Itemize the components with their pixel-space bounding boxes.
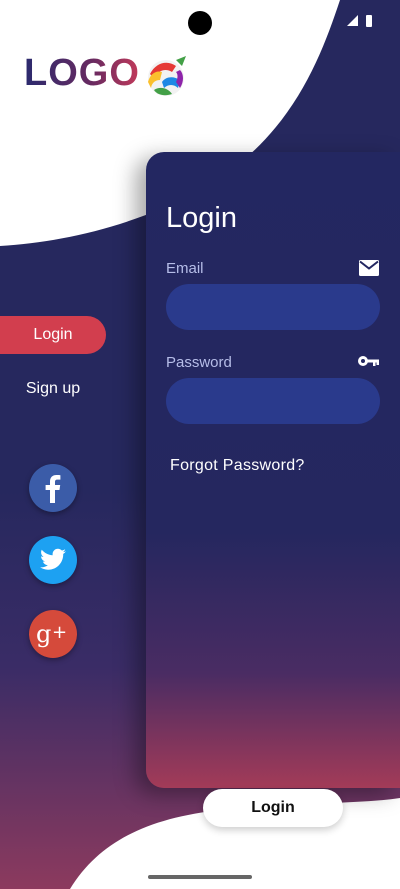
bottom-white-curve [70,798,400,889]
signal-icon [347,15,358,26]
battery-icon [366,15,372,27]
facebook-icon [45,475,61,503]
twitter-icon [40,548,66,570]
twitter-button[interactable] [29,536,77,584]
card-title: Login [166,202,237,234]
home-indicator [148,875,252,879]
svg-text:g: g [36,620,51,648]
key-icon [358,356,379,366]
logo-text: LOGO [24,52,140,94]
status-bar [0,0,400,44]
forgot-password-link[interactable]: Forgot Password? [170,457,305,475]
side-nav-login-label: Login [33,326,73,343]
side-nav-login-tab[interactable]: Login [0,316,106,354]
svg-text:+: + [52,622,67,643]
login-card: Login Email Password Forgot Password? [146,152,400,788]
password-label: Password [166,354,232,371]
facebook-button[interactable] [29,464,77,512]
camera-cutout [188,11,212,35]
password-field[interactable] [166,378,380,424]
side-nav-signup-label: Sign up [25,380,81,397]
side-nav-signup-tab[interactable]: Sign up [0,380,106,398]
google-plus-button[interactable]: g + [29,610,77,658]
login-button[interactable]: Login [203,789,343,827]
email-field[interactable] [166,284,380,330]
email-label: Email [166,260,204,277]
google-plus-icon: g + [36,620,67,648]
globe-logo-icon [148,56,186,96]
mail-icon [359,260,379,276]
